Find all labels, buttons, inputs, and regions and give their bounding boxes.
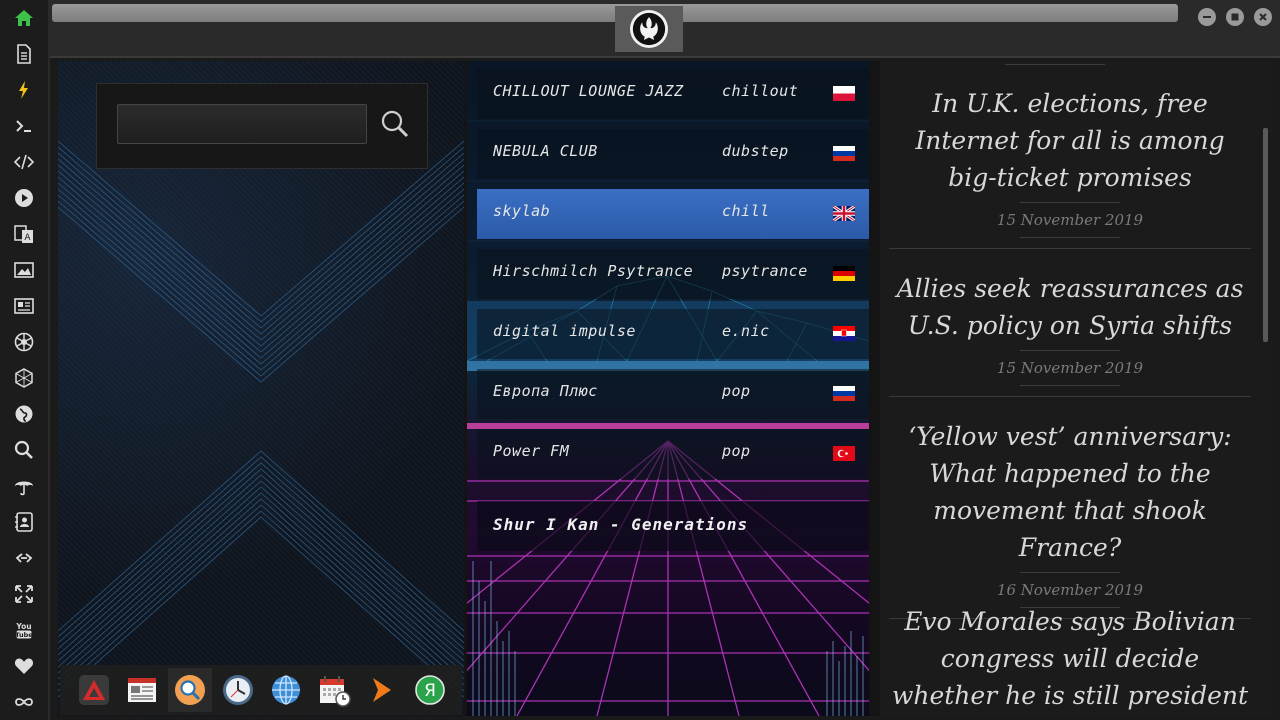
station-name: Power FM [493,442,570,460]
station-row[interactable]: CHILLOUT LOUNGE JAZZ chillout [477,69,869,119]
play-icon[interactable] [12,186,36,210]
station-row[interactable]: Power FM pop [477,429,869,479]
title-bar [50,0,1280,58]
news-date: 15 November 2019 [996,359,1144,377]
main-frame: Я CHILLOUT LOUNGE JAZZ chillout NEBULA C… [58,61,1272,716]
station-genre: pop [722,382,751,400]
news-item: Evo Morales says Bolivian congress will … [889,603,1251,714]
clock-icon[interactable] [216,668,260,712]
document-icon[interactable] [12,42,36,66]
search-app-icon[interactable] [168,668,212,712]
search-input[interactable] [117,104,367,144]
russia-flag-icon [833,146,855,161]
station-name: NEBULA CLUB [493,142,598,160]
news-title[interactable]: Evo Morales says Bolivian congress will … [889,603,1251,714]
translate-icon[interactable]: A [12,222,36,246]
rebel-alliance-logo-icon [630,10,668,48]
station-name: digital impulse [493,322,636,340]
now-playing-title: Shur I Kan - Generations [493,515,749,534]
red-triangle-app-icon[interactable] [72,668,116,712]
search-icon[interactable] [12,438,36,462]
station-row[interactable]: digital impulse e.nic [477,309,869,359]
aperture-icon[interactable] [12,330,36,354]
croatia-flag-icon [833,326,855,341]
station-row[interactable]: Hirschmilch Psytrance psytrance [477,249,869,299]
news-item: ‘Yellow vest’ anniversary: What happened… [889,418,1251,619]
app-sidebar: A You Tube [0,0,50,720]
poland-flag-icon [833,86,855,101]
orange-arrow-icon[interactable] [360,668,404,712]
news-title[interactable]: Allies seek reassurances as U.S. policy … [889,270,1251,344]
hexagon-icon[interactable] [12,366,36,390]
station-genre: dubstep [722,142,789,160]
lightning-icon[interactable] [12,78,36,102]
logo-tab[interactable] [615,6,683,52]
station-genre: pop [722,442,751,460]
calendar-clock-icon[interactable] [312,668,356,712]
code-icon[interactable] [12,150,36,174]
heart-icon[interactable] [12,654,36,678]
news-item: Allies seek reassurances as U.S. policy … [889,270,1251,397]
news-divider [1005,64,1105,65]
station-genre: e.nic [722,322,770,340]
news-divider [1020,237,1120,238]
svg-text:Я: Я [424,681,436,701]
news-title[interactable]: In U.K. elections, free Internet for all… [889,85,1251,196]
fullscreen-icon[interactable] [12,582,36,606]
svg-text:Tube: Tube [15,631,33,639]
youtube-icon[interactable]: You Tube [12,618,36,642]
germany-flag-icon [833,266,855,281]
news-divider [1020,385,1120,386]
maximize-button[interactable] [1226,8,1244,26]
station-name: CHILLOUT LOUNGE JAZZ [493,82,684,100]
station-genre: psytrance [722,262,808,280]
news-feed: In U.K. elections, free Internet for all… [880,61,1272,716]
turkey-flag-icon [833,446,855,461]
terminal-icon[interactable] [12,114,36,138]
radio-station-panel: CHILLOUT LOUNGE JAZZ chillout NEBULA CLU… [467,61,869,716]
infinity-icon[interactable] [12,690,36,714]
minimize-button[interactable] [1198,8,1216,26]
image-icon[interactable] [12,258,36,282]
news-item: In U.K. elections, free Internet for all… [889,85,1251,249]
station-name: Hirschmilch Psytrance [493,262,694,280]
station-row-selected[interactable]: skylab chill [477,189,869,239]
calendar-newspaper-icon[interactable] [120,668,164,712]
globe-icon[interactable] [12,402,36,426]
globe-browser-icon[interactable] [264,668,308,712]
station-genre: chillout [722,82,799,100]
station-row[interactable]: Европа Плюс pop [477,369,869,419]
contacts-icon[interactable] [12,510,36,534]
svg-text:A: A [24,233,31,243]
news-scrollbar[interactable] [1263,128,1268,342]
station-row[interactable]: NEBULA CLUB dubstep [477,129,869,179]
search-button[interactable] [377,106,413,142]
umbrella-icon[interactable] [12,474,36,498]
yandex-icon[interactable]: Я [408,668,452,712]
united-kingdom-flag-icon [833,206,855,221]
magnifier-icon [381,110,409,138]
station-name: skylab [493,202,551,220]
news-date: 16 November 2019 [996,581,1144,599]
svg-text:You: You [15,622,31,631]
app-dock: Я [60,665,462,715]
home-icon[interactable] [12,6,36,30]
link-icon[interactable] [12,546,36,570]
search-box [96,83,428,169]
news-title[interactable]: ‘Yellow vest’ anniversary: What happened… [889,418,1251,566]
news-icon[interactable] [12,294,36,318]
now-playing: Shur I Kan - Generations [477,501,869,551]
russia-flag-icon [833,386,855,401]
close-button[interactable] [1254,8,1272,26]
news-date: 15 November 2019 [996,211,1144,229]
station-genre: chill [722,202,770,220]
search-panel: Я [58,61,464,716]
station-name: Европа Плюс [493,382,598,400]
